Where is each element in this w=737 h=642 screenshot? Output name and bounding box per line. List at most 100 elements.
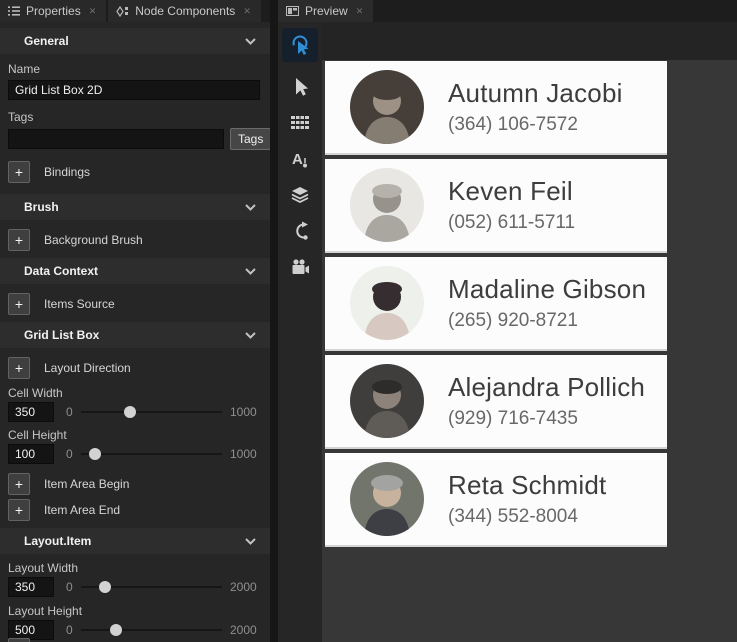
- slider-min: 0: [66, 580, 73, 594]
- properties-body: General Name Tags Tags + Bindings Brush …: [0, 22, 270, 642]
- contact-phone: (344) 552-8004: [448, 506, 606, 528]
- chevron-down-icon: [245, 538, 256, 545]
- section-title: Brush: [24, 200, 245, 214]
- layout-height-input[interactable]: [8, 620, 54, 640]
- chevron-down-icon: [245, 268, 256, 275]
- preview-main-area: Autumn Jacobi (364) 106-7572 Keven Feil …: [322, 22, 737, 642]
- cell-height-slider[interactable]: [81, 444, 222, 464]
- camera-tool-button[interactable]: [282, 250, 318, 284]
- add-item-area-begin-button[interactable]: +: [8, 473, 30, 495]
- grid-tool-button[interactable]: [282, 106, 318, 140]
- add-binding-button[interactable]: +: [8, 161, 30, 183]
- add-background-brush-button[interactable]: +: [8, 229, 30, 251]
- interact-cursor-icon: [289, 34, 311, 56]
- panel-divider[interactable]: [270, 0, 278, 642]
- avatar: [350, 266, 424, 340]
- add-item-area-end-button[interactable]: +: [8, 499, 30, 521]
- grid-icon: [290, 115, 310, 131]
- section-layout-item[interactable]: Layout.Item: [0, 528, 270, 554]
- preview-panel: Preview ✕: [278, 0, 737, 642]
- section-title: Grid List Box: [24, 328, 245, 342]
- slider-max: 1000: [230, 405, 262, 419]
- close-icon[interactable]: ✕: [354, 5, 366, 18]
- cell-width-input[interactable]: [8, 402, 54, 422]
- section-brush[interactable]: Brush: [0, 194, 270, 220]
- arrow-cursor-icon: [290, 77, 310, 97]
- tab-preview[interactable]: Preview ✕: [278, 0, 373, 22]
- cell-height-input[interactable]: [8, 444, 54, 464]
- slider-handle[interactable]: [110, 624, 122, 636]
- layout-height-row: 0 2000: [8, 620, 262, 640]
- cell-width-label: Cell Width: [8, 386, 270, 400]
- layers-tool-button[interactable]: [282, 178, 318, 212]
- item-area-begin-label: Item Area Begin: [44, 477, 129, 491]
- background-brush-row: + Background Brush: [8, 228, 270, 252]
- slider-handle[interactable]: [99, 581, 111, 593]
- layout-width-input[interactable]: [8, 577, 54, 597]
- left-tabbar: Properties ✕ Node Components ✕: [0, 0, 270, 22]
- contact-name: Reta Schmidt: [448, 470, 606, 501]
- add-items-source-button[interactable]: +: [8, 293, 30, 315]
- section-general[interactable]: General: [0, 28, 270, 54]
- preview-viewport[interactable]: Autumn Jacobi (364) 106-7572 Keven Feil …: [322, 60, 737, 642]
- interact-tool-button[interactable]: [282, 28, 318, 62]
- layout-width-row: 0 2000: [8, 577, 262, 597]
- contact-name: Autumn Jacobi: [448, 78, 623, 109]
- cell-height-row: 0 1000: [8, 444, 262, 464]
- list-item[interactable]: Madaline Gibson (265) 920-8721: [325, 257, 667, 351]
- list-item[interactable]: Reta Schmidt (344) 552-8004: [325, 453, 667, 547]
- slider-handle[interactable]: [124, 406, 136, 418]
- items-source-label: Items Source: [44, 297, 115, 311]
- slider-min: 0: [66, 447, 73, 461]
- layout-direction-label: Layout Direction: [44, 361, 131, 375]
- layout-height-label: Layout Height: [8, 604, 270, 618]
- preview-toolbar: A: [278, 22, 322, 642]
- contact-name: Alejandra Pollich: [448, 372, 645, 403]
- avatar: [350, 168, 424, 242]
- name-input[interactable]: [8, 80, 260, 100]
- tags-input[interactable]: [8, 129, 224, 149]
- list-item[interactable]: Keven Feil (052) 611-5711: [325, 159, 667, 253]
- slider-handle[interactable]: [89, 448, 101, 460]
- preview-top-strip: [322, 22, 737, 60]
- layout-width-label: Layout Width: [8, 561, 270, 575]
- tags-label: Tags: [8, 110, 270, 124]
- list-item[interactable]: Autumn Jacobi (364) 106-7572: [325, 61, 667, 155]
- avatar: [350, 70, 424, 144]
- cell-width-slider[interactable]: [81, 402, 222, 422]
- section-grid-list-box[interactable]: Grid List Box: [0, 322, 270, 348]
- chevron-down-icon: [245, 38, 256, 45]
- transition-tool-button[interactable]: [282, 214, 318, 248]
- close-icon[interactable]: ✕: [87, 5, 99, 18]
- avatar: [350, 462, 424, 536]
- slider-max: 2000: [230, 623, 262, 637]
- slider-max: 2000: [230, 580, 262, 594]
- section-data-context[interactable]: Data Context: [0, 258, 270, 284]
- tags-button[interactable]: Tags: [230, 128, 270, 150]
- bindings-row: + Bindings: [8, 160, 270, 184]
- cell-height-label: Cell Height: [8, 428, 270, 442]
- add-property-button[interactable]: +: [8, 638, 30, 642]
- tab-label: Node Components: [135, 4, 235, 18]
- close-icon[interactable]: ✕: [241, 5, 253, 18]
- tab-node-components[interactable]: Node Components ✕: [108, 0, 261, 22]
- contact-phone: (364) 106-7572: [448, 114, 623, 136]
- tab-properties[interactable]: Properties ✕: [0, 0, 106, 22]
- text-node-icon: A: [290, 149, 310, 169]
- list-item[interactable]: Alejandra Pollich (929) 716-7435: [325, 355, 667, 449]
- add-layout-direction-button[interactable]: +: [8, 357, 30, 379]
- preview-tabbar: Preview ✕: [278, 0, 737, 22]
- contact-name: Keven Feil: [448, 176, 575, 207]
- text-tool-button[interactable]: A: [282, 142, 318, 176]
- cell-width-row: 0 1000: [8, 402, 262, 422]
- section-title: General: [24, 34, 245, 48]
- select-tool-button[interactable]: [282, 70, 318, 104]
- layout-width-slider[interactable]: [81, 577, 222, 597]
- components-icon: [116, 6, 129, 17]
- items-source-row: + Items Source: [8, 292, 270, 316]
- layout-height-slider[interactable]: [81, 620, 222, 640]
- bindings-label: Bindings: [44, 165, 90, 179]
- layout-direction-row: + Layout Direction: [8, 356, 270, 380]
- background-brush-label: Background Brush: [44, 233, 143, 247]
- layers-icon: [290, 186, 310, 204]
